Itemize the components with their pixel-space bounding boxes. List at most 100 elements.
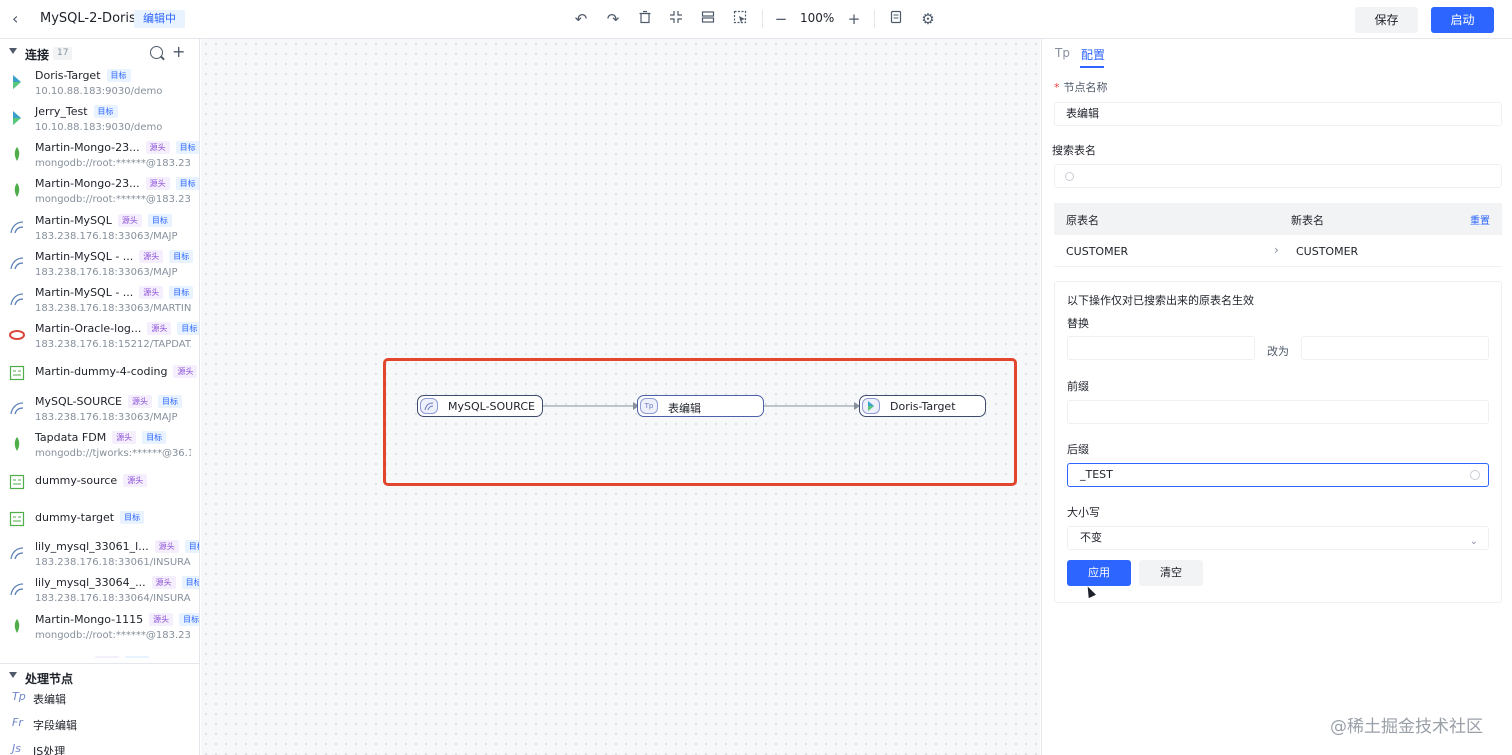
- target-tag: 目标: [184, 540, 199, 553]
- redo-icon[interactable]: ↷: [603, 9, 623, 29]
- mysql-icon: [420, 398, 438, 414]
- connection-name: lily_mysql_33064_... 源头目标: [35, 576, 199, 589]
- search-table-input[interactable]: [1054, 164, 1502, 188]
- connection-name-text: Martin-MySQL - ...: [35, 250, 134, 263]
- connection-item[interactable]: Tapdata FDM 源头 目标 mongodb://tjworks:******@…: [0, 428, 199, 464]
- zoom-in-icon[interactable]: +: [844, 9, 864, 29]
- tab-config[interactable]: 配置: [1081, 46, 1105, 63]
- zoom-level: 100%: [800, 11, 835, 25]
- connection-name-text: Martin-MySQL - ...: [35, 286, 134, 299]
- connection-item[interactable]: Martin-Mongo-1115 源头 目标 mongodb://root:****…: [0, 610, 199, 646]
- target-tag: 目标: [169, 250, 194, 263]
- source-tag: 源头: [173, 365, 198, 378]
- collapse-caret-icon[interactable]: [9, 672, 17, 678]
- connection-name-text: Martin-Mongo-23...: [35, 141, 140, 154]
- collapse-icon[interactable]: [666, 9, 686, 29]
- start-button[interactable]: 启动: [1431, 7, 1494, 33]
- active-tab-indicator: [1080, 66, 1104, 68]
- connection-item[interactable]: Martin-MySQL 源头 目标 183.238.176.18:33063/MAJ…: [0, 211, 199, 247]
- source-tag: 源头: [154, 540, 179, 553]
- connection-name: Martin-Mongo-1115 源头 目标: [35, 613, 199, 626]
- replace-from-input[interactable]: [1067, 336, 1255, 360]
- connection-address: 183.238.176.18:15212/TAPDATA: [35, 339, 191, 350]
- toolbar-divider: [762, 10, 763, 28]
- processing-node-item[interactable]: Tp 表编辑: [0, 687, 199, 709]
- connection-item[interactable]: Jerry_Test 目标 10.10.88.183:9030/demo: [0, 102, 199, 138]
- prefix-input[interactable]: [1067, 400, 1489, 424]
- connection-item[interactable]: MySQL-SOURCE 源头 目标 183.238.176.18:33063/MAJ…: [0, 392, 199, 428]
- connection-item[interactable]: Martin-Oracle-log... 源头 目标 183.238.176.18:1…: [0, 319, 199, 355]
- target-tag: 目标: [157, 395, 182, 408]
- source-tag: 源头: [112, 431, 137, 444]
- dag-canvas[interactable]: MySQL-SOURCE Tp 表编辑 Doris-Target: [201, 39, 1040, 755]
- connection-item[interactable]: dummy-target 目标: [0, 501, 199, 537]
- case-select[interactable]: 不变 ⌄: [1067, 526, 1489, 550]
- log-icon[interactable]: [886, 9, 906, 29]
- processing-title: 处理节点: [25, 672, 74, 686]
- clear-button[interactable]: 清空: [1139, 560, 1203, 586]
- delete-icon[interactable]: [635, 9, 655, 29]
- left-sidebar: 连接 17 + Doris-Target 目标 10.10.88.183:9030/…: [0, 39, 200, 755]
- connection-item[interactable]: Martin-MySQL - ... 源头 目标 183.238.176.18:330…: [0, 247, 199, 283]
- connection-item[interactable]: Martin-Mongo-23... 源头 目标 mongodb://root:***…: [0, 174, 199, 210]
- connection-item[interactable]: Doris-Target 目标 10.10.88.183:9030/demo: [0, 66, 199, 102]
- connection-item[interactable]: lily_mysql_33061_l... 源头目标 183.238.176.18:…: [0, 537, 199, 573]
- reset-link[interactable]: 重置: [1470, 212, 1490, 227]
- target-tag: 目标: [177, 322, 199, 335]
- processing-node-item[interactable]: Fr 字段编辑: [0, 713, 199, 735]
- node-mysql-source[interactable]: MySQL-SOURCE: [417, 395, 543, 417]
- node-doris-target[interactable]: Doris-Target: [859, 395, 986, 417]
- settings-icon[interactable]: ⚙: [918, 9, 938, 29]
- table-edit-icon: Tp: [12, 690, 26, 703]
- watermark: @稀土掘金技术社区: [1330, 717, 1483, 737]
- mysql-icon: [9, 219, 25, 235]
- suffix-input[interactable]: _TEST: [1067, 463, 1489, 487]
- connection-item[interactable]: Martin-dummy-4-coding 源头: [0, 355, 199, 391]
- select-icon[interactable]: [730, 9, 750, 29]
- processing-node-label: 字段编辑: [33, 719, 77, 732]
- connection-item[interactable]: Martin-Mongo-23... 源头 目标 mongodb://root:***…: [0, 138, 199, 174]
- connection-item[interactable]: Martin-PG 源头 目标: [0, 646, 199, 658]
- processing-node-item[interactable]: Js JS处理: [0, 739, 199, 755]
- align-icon[interactable]: [698, 9, 718, 29]
- connection-name: dummy-target 目标: [35, 511, 145, 524]
- case-label: 大小写: [1067, 506, 1100, 519]
- dummy-icon: [9, 511, 25, 527]
- replace-to-input[interactable]: [1301, 336, 1489, 360]
- connection-name: lily_mysql_33061_l... 源头目标: [35, 540, 199, 553]
- clear-input-icon[interactable]: [1470, 470, 1480, 480]
- table-header: 原表名 新表名 重置: [1054, 203, 1502, 235]
- collapse-caret-icon[interactable]: [9, 48, 17, 54]
- target-tag: 目标: [179, 613, 199, 626]
- zoom-out-icon[interactable]: −: [771, 9, 791, 29]
- highlight-box: [383, 358, 1017, 486]
- connection-address: 183.238.176.18:33061/INSURAN...: [35, 557, 191, 568]
- connections-header[interactable]: 连接 17 +: [0, 41, 199, 65]
- dummy-icon: [9, 474, 25, 490]
- add-connection-icon[interactable]: +: [172, 42, 185, 62]
- target-tag: 目标: [106, 69, 131, 82]
- undo-icon[interactable]: ↶: [571, 9, 591, 29]
- connection-address: mongodb://root:******@183.238...: [35, 630, 191, 641]
- mysql-icon: [9, 291, 25, 307]
- source-tag: 源头: [95, 656, 120, 658]
- node-table-edit[interactable]: Tp 表编辑: [637, 395, 764, 417]
- processing-nodes-header[interactable]: 处理节点: [0, 663, 199, 687]
- source-tag: 源头: [139, 250, 164, 263]
- search-icon[interactable]: [150, 46, 163, 59]
- connection-address: 183.238.176.18:33063/MAJP: [35, 267, 178, 278]
- source-tag: 源头: [117, 214, 142, 227]
- connection-item[interactable]: lily_mysql_33064_... 源头目标 183.238.176.18:3…: [0, 573, 199, 609]
- apply-button[interactable]: 应用: [1067, 560, 1131, 586]
- source-tag: 源头: [147, 322, 172, 335]
- node-name-input[interactable]: 表编辑: [1054, 102, 1502, 126]
- connection-item[interactable]: dummy-source 源头: [0, 464, 199, 500]
- connection-address: 10.10.88.183:9030/demo: [35, 86, 163, 97]
- js-process-icon: Js: [12, 742, 21, 755]
- target-tag: 目标: [93, 105, 118, 118]
- back-chevron-left-icon[interactable]: ‹: [12, 10, 28, 28]
- connection-name: Jerry_Test 目标: [35, 105, 118, 118]
- save-button[interactable]: 保存: [1355, 7, 1418, 33]
- tab-tp[interactable]: Tp: [1055, 46, 1070, 60]
- connection-item[interactable]: Martin-MySQL - ... 源头 目标 183.238.176.18:330…: [0, 283, 199, 319]
